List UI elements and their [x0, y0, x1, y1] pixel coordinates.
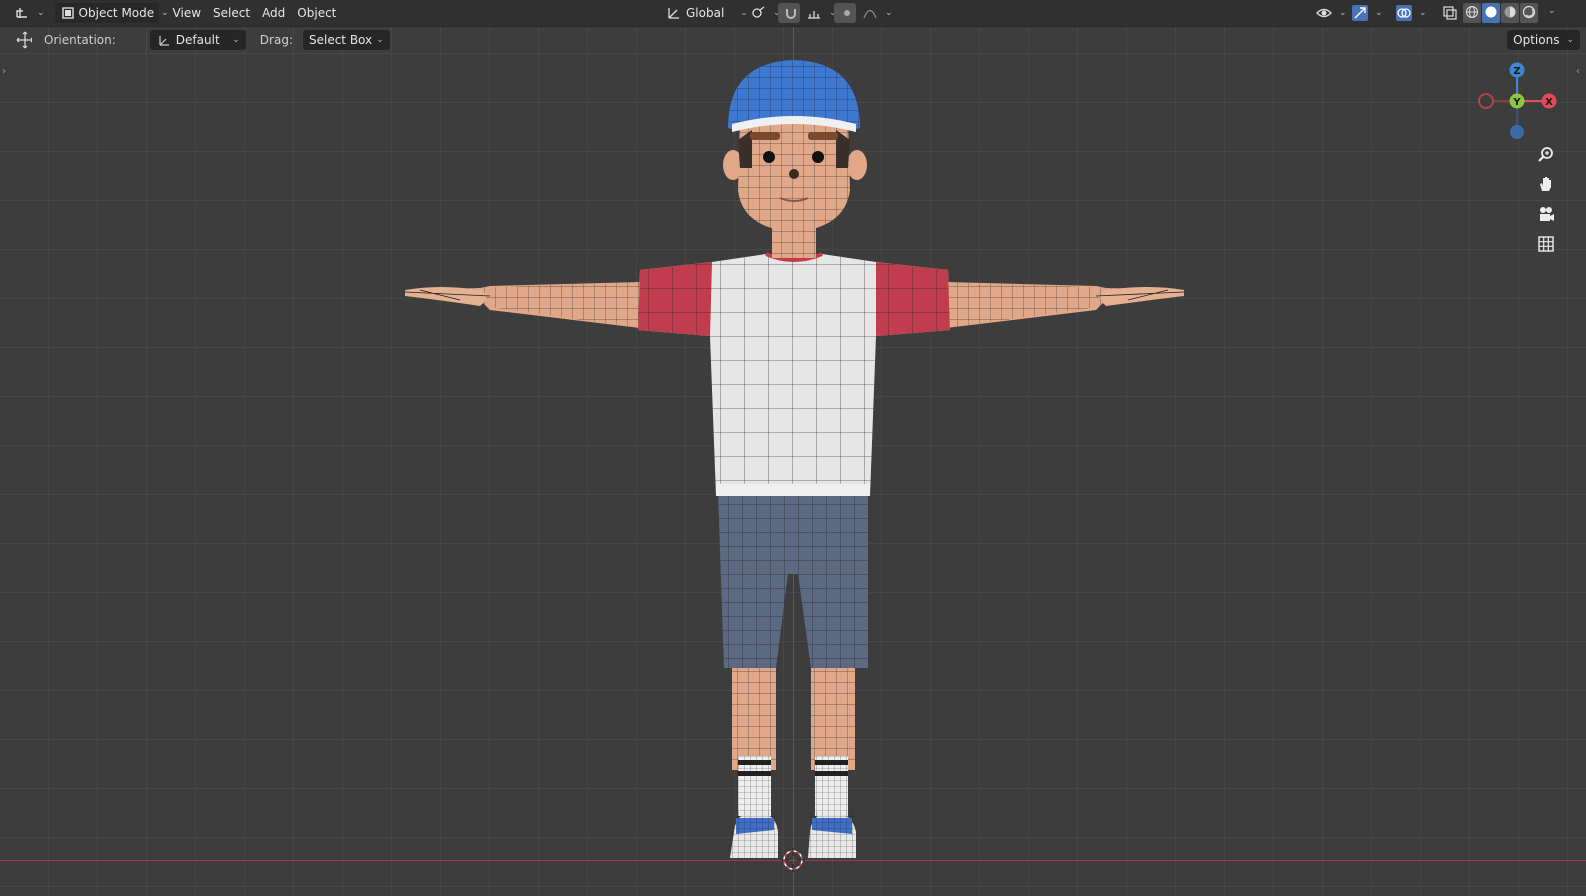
camera-icon	[1537, 205, 1555, 226]
magnet-icon	[784, 5, 798, 21]
transform-orientation-dropdown[interactable]: Global ⌄	[660, 3, 754, 23]
character-model[interactable]	[0, 0, 1586, 896]
viewport-header: ⌄ Object Mode ⌄ View Select Add Object G…	[0, 0, 1586, 27]
rendered-sphere-icon	[1522, 5, 1536, 22]
character-shorts	[718, 492, 868, 668]
tool-orientation-dropdown[interactable]: Default ⌄	[149, 30, 246, 50]
menu-object[interactable]: Object	[291, 3, 342, 23]
solid-sphere-icon	[1484, 5, 1498, 22]
camera-view-button[interactable]	[1533, 202, 1559, 228]
gizmo-neg-x-handle[interactable]	[1478, 93, 1494, 109]
zoom-icon	[1537, 145, 1555, 166]
gizmo-x-label: X	[1545, 97, 1553, 108]
chevron-down-icon: ⌄	[37, 8, 45, 18]
proportional-edit-toggle[interactable]	[834, 3, 856, 23]
chevron-down-icon: ⌄	[232, 35, 240, 45]
drag-field-label: Drag:	[259, 33, 293, 47]
menu-view[interactable]: View	[167, 3, 207, 23]
tool-header: Orientation: Default ⌄ Drag: Select Box …	[0, 27, 1586, 53]
object-mode-icon	[61, 5, 75, 21]
overlay-dropdown[interactable]: ⌄	[1390, 3, 1433, 23]
drag-value: Select Box	[308, 33, 373, 47]
active-tool-button[interactable]	[10, 30, 38, 50]
character-legs	[732, 660, 855, 770]
menu-add[interactable]: Add	[256, 3, 291, 23]
ortho-toggle-button[interactable]	[1533, 232, 1559, 258]
menu-bar: View Select Add Object	[167, 3, 343, 23]
menu-select[interactable]: Select	[207, 3, 256, 23]
gizmo-icon	[1352, 5, 1368, 21]
editor-type-button[interactable]: ⌄	[8, 3, 51, 23]
shading-material-button[interactable]	[1501, 3, 1519, 23]
orientation-axes-icon	[666, 5, 682, 21]
shading-rendered-button[interactable]	[1520, 3, 1538, 23]
chevron-down-icon: ⌄	[1375, 8, 1383, 18]
gizmo-neg-z-handle[interactable]	[1510, 125, 1524, 139]
zoom-button[interactable]	[1533, 142, 1559, 168]
shading-mode-group	[1463, 3, 1538, 23]
mode-label: Object Mode	[78, 6, 155, 20]
orientation-label: Global	[686, 6, 725, 20]
character-shirt	[638, 252, 950, 496]
chevron-down-icon: ⌄	[885, 8, 893, 18]
pivot-icon	[750, 5, 766, 21]
shading-wireframe-button[interactable]	[1463, 3, 1481, 23]
chevron-down-icon: ⌄	[376, 35, 384, 45]
wireframe-sphere-icon	[1465, 5, 1479, 22]
xray-icon	[1442, 5, 1458, 21]
move-icon	[16, 31, 32, 49]
tool-orientation-value: Default	[175, 33, 220, 47]
proportional-edit-icon	[840, 5, 854, 21]
hand-pan-icon	[1537, 175, 1555, 196]
character-head	[723, 120, 867, 232]
ortho-grid-icon	[1537, 235, 1555, 256]
falloff-curve-icon	[862, 5, 878, 21]
overlay-icon	[1396, 5, 1412, 21]
snap-increment-icon	[806, 5, 822, 21]
shading-solid-button[interactable]	[1482, 3, 1500, 23]
gizmo-dropdown[interactable]: ⌄	[1346, 3, 1389, 23]
navigation-gizmo[interactable]: Z X Y	[1470, 58, 1570, 148]
toolbar-expand-arrow-icon[interactable]: ›	[2, 66, 6, 77]
shading-options-chevron-icon[interactable]: ⌄	[1548, 6, 1556, 16]
visibility-icon	[1316, 5, 1332, 21]
options-dropdown[interactable]: Options ⌄	[1507, 30, 1580, 50]
orientation-field-label: Orientation:	[44, 33, 116, 47]
pan-button[interactable]	[1533, 172, 1559, 198]
character-socks	[738, 756, 848, 816]
falloff-dropdown[interactable]: ⌄	[856, 3, 899, 23]
gizmo-y-label: Y	[1512, 97, 1521, 108]
chevron-down-icon: ⌄	[1566, 35, 1574, 45]
3d-viewport-icon	[14, 5, 30, 21]
material-sphere-icon	[1503, 5, 1517, 22]
xray-toggle[interactable]	[1436, 3, 1464, 23]
chevron-down-icon: ⌄	[1419, 8, 1427, 18]
gizmo-z-label: Z	[1513, 66, 1520, 77]
snap-toggle[interactable]	[778, 3, 800, 23]
drag-dropdown[interactable]: Select Box ⌄	[302, 30, 390, 50]
mode-dropdown[interactable]: Object Mode ⌄	[54, 3, 169, 23]
character-cap	[728, 60, 860, 132]
sidebar-expand-arrow-icon[interactable]: ‹	[1576, 66, 1580, 77]
3d-cursor[interactable]	[781, 848, 805, 872]
options-label: Options	[1513, 33, 1560, 47]
orientation-axes-icon	[156, 32, 172, 48]
